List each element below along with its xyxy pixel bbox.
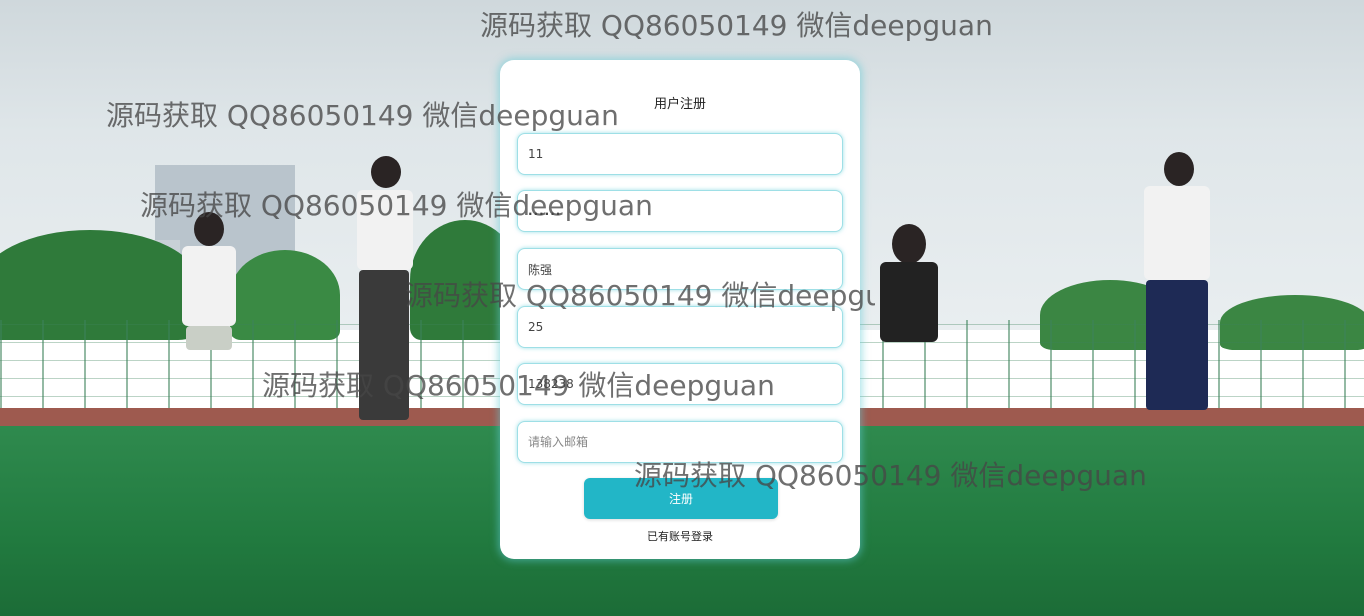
register-button[interactable]: 注册 [584, 478, 778, 519]
jumping-person [160, 200, 260, 440]
realname-input[interactable] [517, 248, 843, 290]
password-input[interactable] [517, 190, 843, 232]
phone-input[interactable] [517, 363, 843, 405]
jumping-person [1130, 150, 1230, 440]
email-input[interactable] [517, 421, 843, 463]
form-title: 用户注册 [653, 97, 706, 112]
age-input[interactable] [517, 306, 843, 348]
username-input[interactable] [517, 133, 843, 175]
register-card: 用户注册 注册 已有账号登录 [500, 60, 860, 559]
jumping-person [868, 222, 948, 392]
login-link[interactable]: 已有账号登录 [500, 528, 860, 544]
jumping-person [345, 150, 425, 450]
